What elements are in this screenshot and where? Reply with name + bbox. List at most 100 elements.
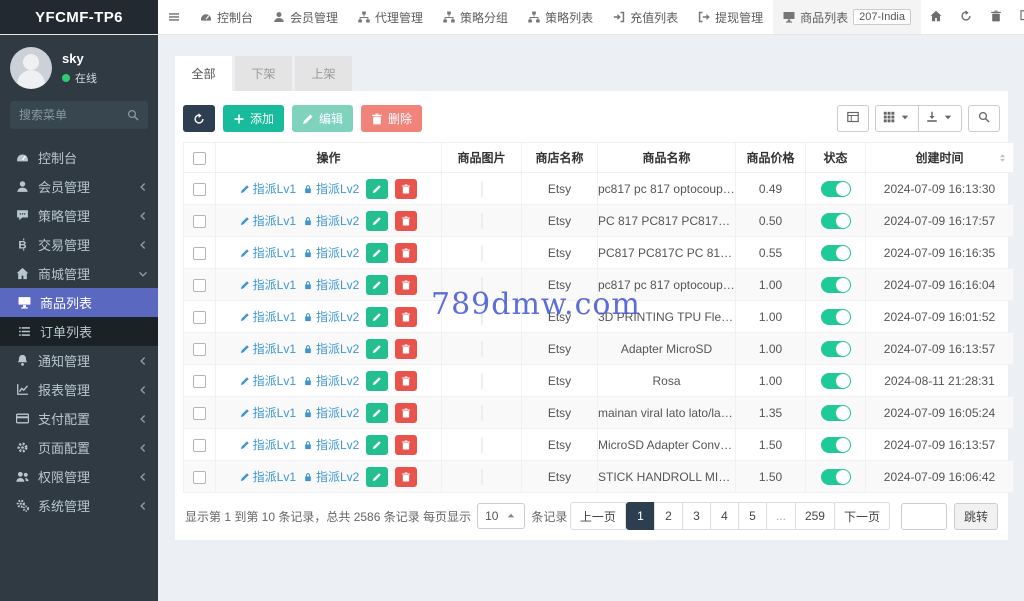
row-edit-button[interactable] bbox=[366, 275, 388, 295]
refresh-button[interactable] bbox=[183, 105, 215, 132]
page-button-259[interactable]: 259 bbox=[795, 502, 835, 530]
status-toggle[interactable] bbox=[821, 469, 851, 485]
sidebar-subitem-4-0[interactable]: 商品列表 bbox=[0, 288, 158, 317]
row-delete-button[interactable] bbox=[395, 467, 417, 487]
assign-link-2[interactable]: 指派Lv2 bbox=[303, 436, 359, 453]
row-delete-button[interactable] bbox=[395, 275, 417, 295]
status-toggle[interactable] bbox=[821, 437, 851, 453]
row-checkbox[interactable] bbox=[193, 183, 206, 196]
status-toggle[interactable] bbox=[821, 341, 851, 357]
page-button-...[interactable]: ... bbox=[766, 502, 796, 530]
status-toggle[interactable] bbox=[821, 309, 851, 325]
row-edit-button[interactable] bbox=[366, 243, 388, 263]
sort-icon[interactable] bbox=[997, 152, 1008, 163]
jump-page-input[interactable] bbox=[901, 503, 947, 530]
status-toggle[interactable] bbox=[821, 213, 851, 229]
row-edit-button[interactable] bbox=[366, 467, 388, 487]
nav-item-7[interactable]: 商品列表207-India bbox=[773, 0, 921, 34]
row-checkbox[interactable] bbox=[193, 471, 206, 484]
assign-link-2[interactable]: 指派Lv2 bbox=[303, 212, 359, 229]
page-button-2[interactable]: 2 bbox=[654, 502, 683, 530]
assign-link-2[interactable]: 指派Lv2 bbox=[303, 372, 359, 389]
row-delete-button[interactable] bbox=[395, 403, 417, 423]
sidebar-item-6[interactable]: 报表管理 bbox=[0, 375, 158, 404]
nav-item-1[interactable]: 会员管理 bbox=[263, 0, 348, 34]
assign-link-2[interactable]: 指派Lv2 bbox=[303, 180, 359, 197]
assign-link-2[interactable]: 指派Lv2 bbox=[303, 244, 359, 261]
status-toggle[interactable] bbox=[821, 181, 851, 197]
row-checkbox[interactable] bbox=[193, 343, 206, 356]
tab-0[interactable]: 全部 bbox=[175, 56, 232, 91]
row-edit-button[interactable] bbox=[366, 403, 388, 423]
sidebar-item-4[interactable]: 商城管理 bbox=[0, 259, 158, 288]
refresh-button[interactable] bbox=[951, 0, 981, 34]
row-delete-button[interactable] bbox=[395, 339, 417, 359]
row-edit-button[interactable] bbox=[366, 211, 388, 231]
sidebar-item-10[interactable]: 系统管理 bbox=[0, 491, 158, 520]
next-page-button[interactable]: 下一页 bbox=[834, 502, 890, 530]
assign-link-2[interactable]: 指派Lv2 bbox=[303, 308, 359, 325]
row-checkbox[interactable] bbox=[193, 407, 206, 420]
assign-link-1[interactable]: 指派Lv1 bbox=[240, 436, 296, 453]
sidebar-subitem-4-1[interactable]: 订单列表 bbox=[0, 317, 158, 346]
sidebar-item-2[interactable]: 策略管理 bbox=[0, 201, 158, 230]
sidebar-item-8[interactable]: 页面配置 bbox=[0, 433, 158, 462]
page-button-3[interactable]: 3 bbox=[682, 502, 711, 530]
status-toggle[interactable] bbox=[821, 245, 851, 261]
status-toggle[interactable] bbox=[821, 405, 851, 421]
status-toggle[interactable] bbox=[821, 373, 851, 389]
nav-item-6[interactable]: 提现管理 bbox=[688, 0, 773, 34]
sidebar-item-3[interactable]: B交易管理 bbox=[0, 230, 158, 259]
page-size-select[interactable]: 10 bbox=[477, 503, 525, 529]
search-input[interactable] bbox=[19, 108, 121, 122]
sidebar-item-1[interactable]: 会员管理 bbox=[0, 172, 158, 201]
assign-link-2[interactable]: 指派Lv2 bbox=[303, 276, 359, 293]
sidebar-item-7[interactable]: 支付配置 bbox=[0, 404, 158, 433]
page-button-4[interactable]: 4 bbox=[710, 502, 739, 530]
tab-2[interactable]: 上架 bbox=[295, 56, 352, 91]
row-checkbox[interactable] bbox=[193, 311, 206, 324]
select-all-checkbox[interactable] bbox=[193, 152, 206, 165]
row-delete-button[interactable] bbox=[395, 243, 417, 263]
sidebar-item-5[interactable]: 通知管理 bbox=[0, 346, 158, 375]
row-edit-button[interactable] bbox=[366, 179, 388, 199]
columns-button[interactable] bbox=[875, 105, 919, 132]
assign-link-1[interactable]: 指派Lv1 bbox=[240, 372, 296, 389]
sidebar-toggle-button[interactable] bbox=[158, 0, 190, 34]
tab-1[interactable]: 下架 bbox=[235, 56, 292, 91]
nav-item-2[interactable]: 代理管理 bbox=[348, 0, 433, 34]
table-search-button[interactable] bbox=[968, 105, 1000, 132]
prev-page-button[interactable]: 上一页 bbox=[570, 502, 626, 530]
export-button[interactable] bbox=[918, 105, 962, 132]
row-delete-button[interactable] bbox=[395, 179, 417, 199]
row-checkbox[interactable] bbox=[193, 375, 206, 388]
row-checkbox[interactable] bbox=[193, 215, 206, 228]
assign-link-1[interactable]: 指派Lv1 bbox=[240, 276, 296, 293]
row-delete-button[interactable] bbox=[395, 435, 417, 455]
nav-item-5[interactable]: 充值列表 bbox=[603, 0, 688, 34]
assign-link-1[interactable]: 指派Lv1 bbox=[240, 244, 296, 261]
card-view-button[interactable] bbox=[837, 105, 869, 132]
row-delete-button[interactable] bbox=[395, 371, 417, 391]
sidebar-item-0[interactable]: 控制台 bbox=[0, 143, 158, 172]
row-checkbox[interactable] bbox=[193, 279, 206, 292]
row-checkbox[interactable] bbox=[193, 439, 206, 452]
page-button-1[interactable]: 1 bbox=[626, 502, 655, 530]
row-edit-button[interactable] bbox=[366, 307, 388, 327]
assign-link-1[interactable]: 指派Lv1 bbox=[240, 468, 296, 485]
clear-button[interactable] bbox=[981, 0, 1011, 34]
assign-link-1[interactable]: 指派Lv1 bbox=[240, 180, 296, 197]
row-edit-button[interactable] bbox=[366, 371, 388, 391]
row-delete-button[interactable] bbox=[395, 211, 417, 231]
nav-item-0[interactable]: 控制台 bbox=[190, 0, 263, 34]
edit-button[interactable]: 编辑 bbox=[292, 105, 353, 132]
sidebar-item-9[interactable]: 权限管理 bbox=[0, 462, 158, 491]
nav-item-3[interactable]: 策略分组 bbox=[433, 0, 518, 34]
delete-button[interactable]: 删除 bbox=[361, 105, 422, 132]
nav-item-4[interactable]: 策略列表 bbox=[518, 0, 603, 34]
row-edit-button[interactable] bbox=[366, 435, 388, 455]
assign-link-1[interactable]: 指派Lv1 bbox=[240, 212, 296, 229]
row-edit-button[interactable] bbox=[366, 339, 388, 359]
assign-link-2[interactable]: 指派Lv2 bbox=[303, 340, 359, 357]
assign-link-2[interactable]: 指派Lv2 bbox=[303, 468, 359, 485]
